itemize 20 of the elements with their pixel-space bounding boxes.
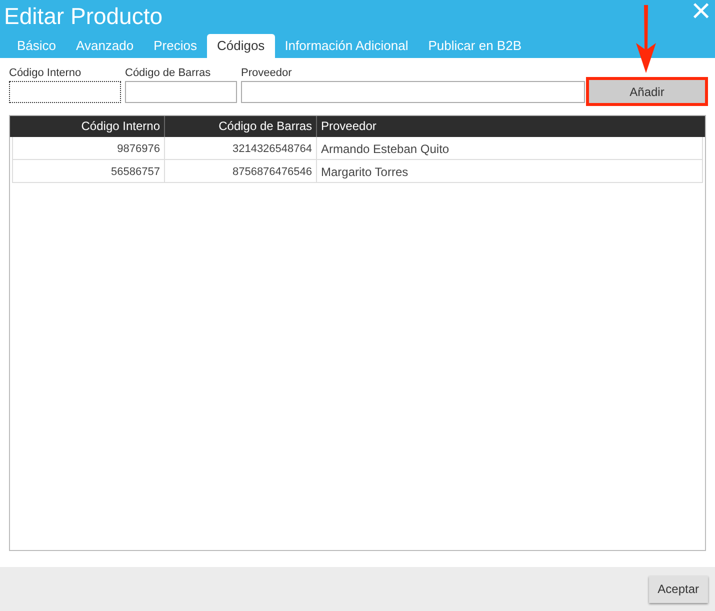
window-title: Editar Producto [4, 4, 163, 28]
accept-button[interactable]: Aceptar [648, 576, 708, 602]
table-cell: 3214326548764 [165, 136, 317, 160]
table-cell: 8756876476546 [165, 160, 317, 182]
column-header[interactable]: Proveedor [317, 116, 704, 137]
input-field[interactable] [9, 81, 121, 103]
tab[interactable]: Códigos [206, 34, 275, 58]
input-field[interactable] [125, 81, 237, 103]
table-cell-text: Margarito Torres [320, 164, 410, 180]
add-button[interactable]: Añadir [589, 80, 705, 103]
column-header[interactable]: Código Interno [11, 116, 165, 137]
input-field[interactable] [241, 81, 585, 103]
column-header[interactable]: Código de Barras [165, 116, 317, 137]
table-cell-text: Armando Esteban Quito [320, 140, 450, 158]
arrow-annotation-icon [635, 5, 657, 73]
field-label: Proveedor [241, 67, 293, 80]
field-label: Código de Barras [125, 67, 212, 80]
table-cell: 9876976 [13, 136, 165, 160]
table-cell: 56586757 [13, 160, 165, 182]
field-label: Código Interno [9, 67, 82, 80]
